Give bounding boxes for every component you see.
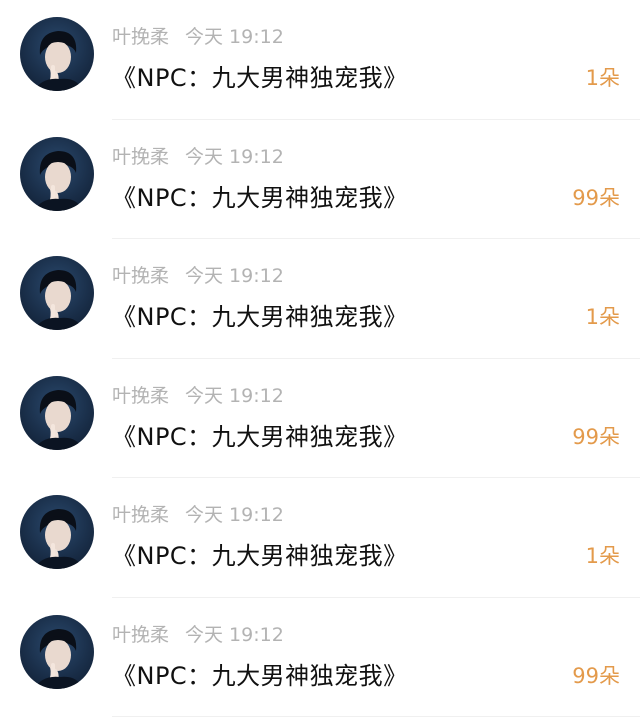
- list-item[interactable]: 叶挽柔 今天 19:12 《NPC：九大男神独宠我》 99朵: [0, 598, 640, 717]
- message-meta: 叶挽柔 今天 19:12: [112, 261, 284, 288]
- book-title[interactable]: 《NPC：九大男神独宠我》: [112, 297, 408, 332]
- message-meta: 叶挽柔 今天 19:12: [112, 22, 284, 49]
- sender-name[interactable]: 叶挽柔: [112, 265, 169, 287]
- sender-name[interactable]: 叶挽柔: [112, 26, 169, 48]
- sender-name[interactable]: 叶挽柔: [112, 146, 169, 168]
- avatar[interactable]: [20, 495, 94, 569]
- book-title[interactable]: 《NPC：九大男神独宠我》: [112, 656, 408, 691]
- avatar[interactable]: [20, 136, 94, 211]
- timestamp: 今天 19:12: [185, 26, 284, 48]
- flower-count: 1朵: [585, 544, 620, 568]
- timestamp: 今天 19:12: [185, 384, 284, 407]
- book-title[interactable]: 《NPC：九大男神独宠我》: [112, 178, 408, 213]
- avatar[interactable]: [20, 256, 94, 330]
- flower-count: 99朵: [572, 424, 620, 449]
- avatar[interactable]: [20, 375, 94, 450]
- list-item[interactable]: 叶挽柔 今天 19:12 《NPC：九大男神独宠我》 1朵: [0, 0, 640, 120]
- list-item[interactable]: 叶挽柔 今天 19:12 《NPC：九大男神独宠我》 99朵: [0, 120, 640, 239]
- timestamp: 今天 19:12: [185, 623, 284, 646]
- timestamp: 今天 19:12: [185, 145, 284, 168]
- message-meta: 叶挽柔 今天 19:12: [112, 142, 284, 169]
- sender-name[interactable]: 叶挽柔: [112, 385, 169, 407]
- flower-count: 1朵: [585, 66, 620, 90]
- book-title[interactable]: 《NPC：九大男神独宠我》: [112, 58, 408, 93]
- message-meta: 叶挽柔 今天 19:12: [112, 620, 284, 647]
- book-title[interactable]: 《NPC：九大男神独宠我》: [112, 417, 408, 452]
- book-title[interactable]: 《NPC：九大男神独宠我》: [112, 536, 408, 571]
- list-item[interactable]: 叶挽柔 今天 19:12 《NPC：九大男神独宠我》 1朵: [0, 239, 640, 359]
- sender-name[interactable]: 叶挽柔: [112, 624, 169, 646]
- list-item[interactable]: 叶挽柔 今天 19:12 《NPC：九大男神独宠我》 99朵: [0, 359, 640, 478]
- timestamp: 今天 19:12: [185, 265, 284, 287]
- avatar[interactable]: [20, 17, 94, 91]
- avatar[interactable]: [20, 614, 94, 689]
- divider: [112, 716, 640, 717]
- gift-message-list: 叶挽柔 今天 19:12 《NPC：九大男神独宠我》 1朵 叶挽柔 今天 19:12…: [0, 0, 640, 722]
- message-meta: 叶挽柔 今天 19:12: [112, 381, 284, 408]
- timestamp: 今天 19:12: [185, 504, 284, 526]
- message-meta: 叶挽柔 今天 19:12: [112, 500, 284, 527]
- sender-name[interactable]: 叶挽柔: [112, 504, 169, 526]
- list-item[interactable]: 叶挽柔 今天 19:12 《NPC：九大男神独宠我》 1朵: [0, 478, 640, 598]
- flower-count: 1朵: [585, 305, 620, 329]
- flower-count: 99朵: [572, 663, 620, 688]
- flower-count: 99朵: [572, 185, 620, 210]
